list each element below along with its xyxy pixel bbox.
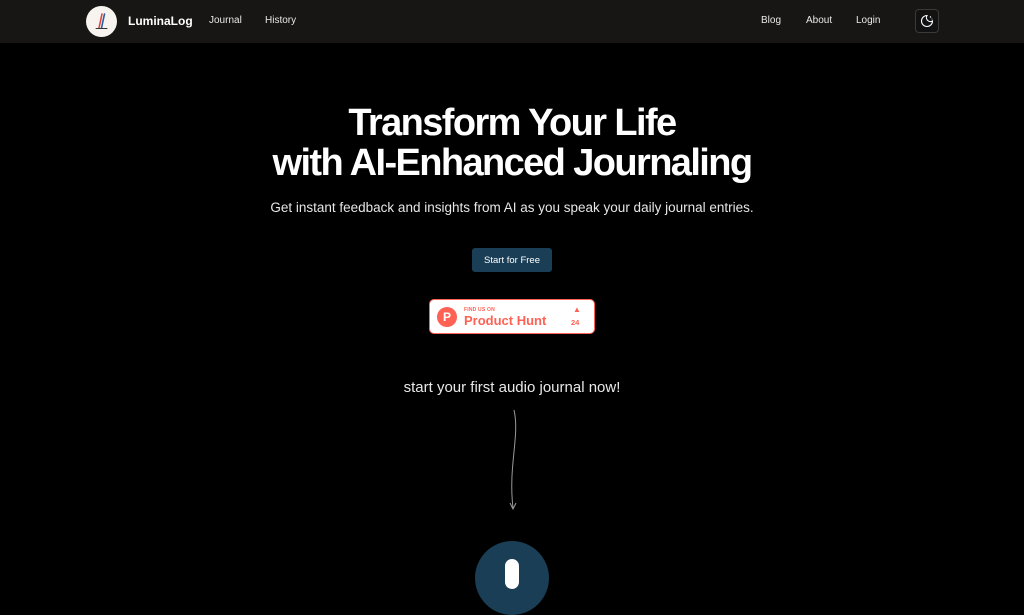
nav-link-history[interactable]: History	[265, 15, 296, 26]
hero-subtitle: Get instant feedback and insights from A…	[270, 200, 754, 215]
brand-name[interactable]: LuminaLog	[128, 14, 193, 28]
product-hunt-logo-icon: P	[437, 307, 457, 327]
hero-title-line-1: Transform Your Life	[348, 102, 677, 144]
hero-title: Transform Your Life with AI-Enhanced Jou…	[0, 103, 1024, 183]
record-audio-button[interactable]	[475, 541, 549, 615]
nav-link-blog[interactable]: Blog	[761, 15, 781, 26]
nav-link-journal[interactable]: Journal	[209, 15, 242, 26]
product-hunt-name: Product Hunt	[464, 313, 547, 328]
theme-toggle-button[interactable]	[915, 9, 939, 33]
hero-title-line-2: with AI-Enhanced Journaling	[272, 142, 754, 184]
down-arrow-icon	[509, 409, 517, 511]
luminalog-logo[interactable]	[86, 6, 117, 37]
audio-journal-prompt: start your first audio journal now!	[403, 379, 621, 396]
start-for-free-button[interactable]: Start for Free	[472, 248, 552, 272]
product-hunt-badge[interactable]: P FIND US ON Product Hunt ▲ 24	[429, 299, 595, 334]
moon-sun-icon	[920, 14, 934, 28]
top-navbar: LuminaLog Journal History Blog About Log…	[0, 0, 1024, 43]
microphone-icon	[505, 559, 519, 589]
nav-link-about[interactable]: About	[806, 15, 832, 26]
upvote-count: 24	[571, 318, 580, 327]
nav-link-login[interactable]: Login	[856, 15, 880, 26]
upvote-arrow-icon: ▲	[573, 305, 581, 314]
